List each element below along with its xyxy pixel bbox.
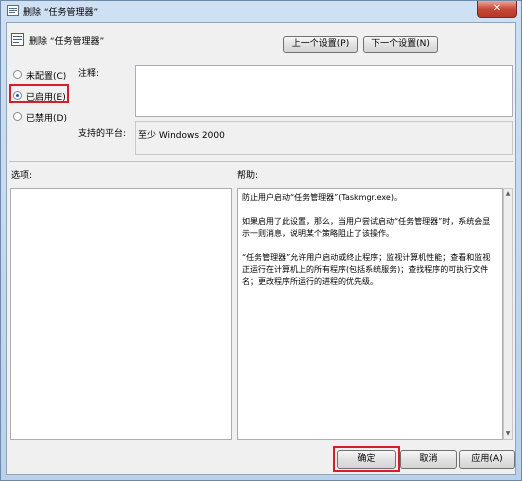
options-panel bbox=[10, 188, 232, 440]
policy-header-icon bbox=[11, 33, 24, 46]
title-bar[interactable]: 删除 “任务管理器” ✕ bbox=[1, 1, 521, 21]
radio-label: 未配置(C) bbox=[26, 72, 67, 82]
help-panel[interactable]: 防止用户启动“任务管理器”(Taskmgr.exe)。 如果启用了此设置，那么，… bbox=[237, 188, 503, 440]
supported-platform-value: 至少 Windows 2000 bbox=[138, 131, 225, 141]
apply-button[interactable]: 应用(A) bbox=[459, 450, 515, 469]
radio-circle[interactable] bbox=[13, 112, 22, 121]
options-label: 选项: bbox=[11, 171, 33, 181]
highlight-ok-box bbox=[333, 446, 400, 472]
dialog-window: 删除 “任务管理器” ✕ 删除 “任务管理器” 上一个设置(P) 下一个设置(N… bbox=[0, 0, 522, 481]
next-setting-button[interactable]: 下一个设置(N) bbox=[363, 36, 438, 53]
divider bbox=[9, 161, 513, 163]
radio-circle[interactable] bbox=[13, 70, 22, 79]
radio-label: 已禁用(D) bbox=[26, 114, 67, 124]
highlight-enabled-box bbox=[9, 84, 69, 103]
help-label: 帮助: bbox=[237, 171, 259, 181]
previous-setting-button[interactable]: 上一个设置(P) bbox=[283, 36, 358, 53]
help-scrollbar[interactable]: ▲ ▼ bbox=[503, 188, 513, 440]
scroll-down-icon[interactable]: ▼ bbox=[505, 431, 511, 437]
help-paragraph: “任务管理器”允许用户启动或终止程序；监视计算机性能；查看和监视正运行在计算机上… bbox=[242, 253, 491, 286]
dialog-client: 删除 “任务管理器” 上一个设置(P) 下一个设置(N) 未配置(C) 已启用(… bbox=[6, 22, 516, 475]
comment-label: 注释: bbox=[78, 69, 100, 79]
supported-platform-label: 支持的平台: bbox=[78, 129, 127, 139]
window-title: 删除 “任务管理器” bbox=[23, 8, 99, 18]
policy-icon bbox=[7, 5, 19, 16]
help-paragraph: 如果启用了此设置，那么，当用户尝试启动“任务管理器”时，系统会显示一则消息，说明… bbox=[242, 217, 491, 238]
help-paragraph: 防止用户启动“任务管理器”(Taskmgr.exe)。 bbox=[242, 193, 402, 202]
cancel-button[interactable]: 取消 bbox=[400, 450, 457, 469]
policy-name: 删除 “任务管理器” bbox=[29, 37, 105, 47]
close-icon: ✕ bbox=[492, 3, 502, 14]
comment-field[interactable] bbox=[135, 65, 513, 117]
close-button[interactable]: ✕ bbox=[477, 1, 517, 18]
scroll-up-icon[interactable]: ▲ bbox=[505, 191, 511, 197]
